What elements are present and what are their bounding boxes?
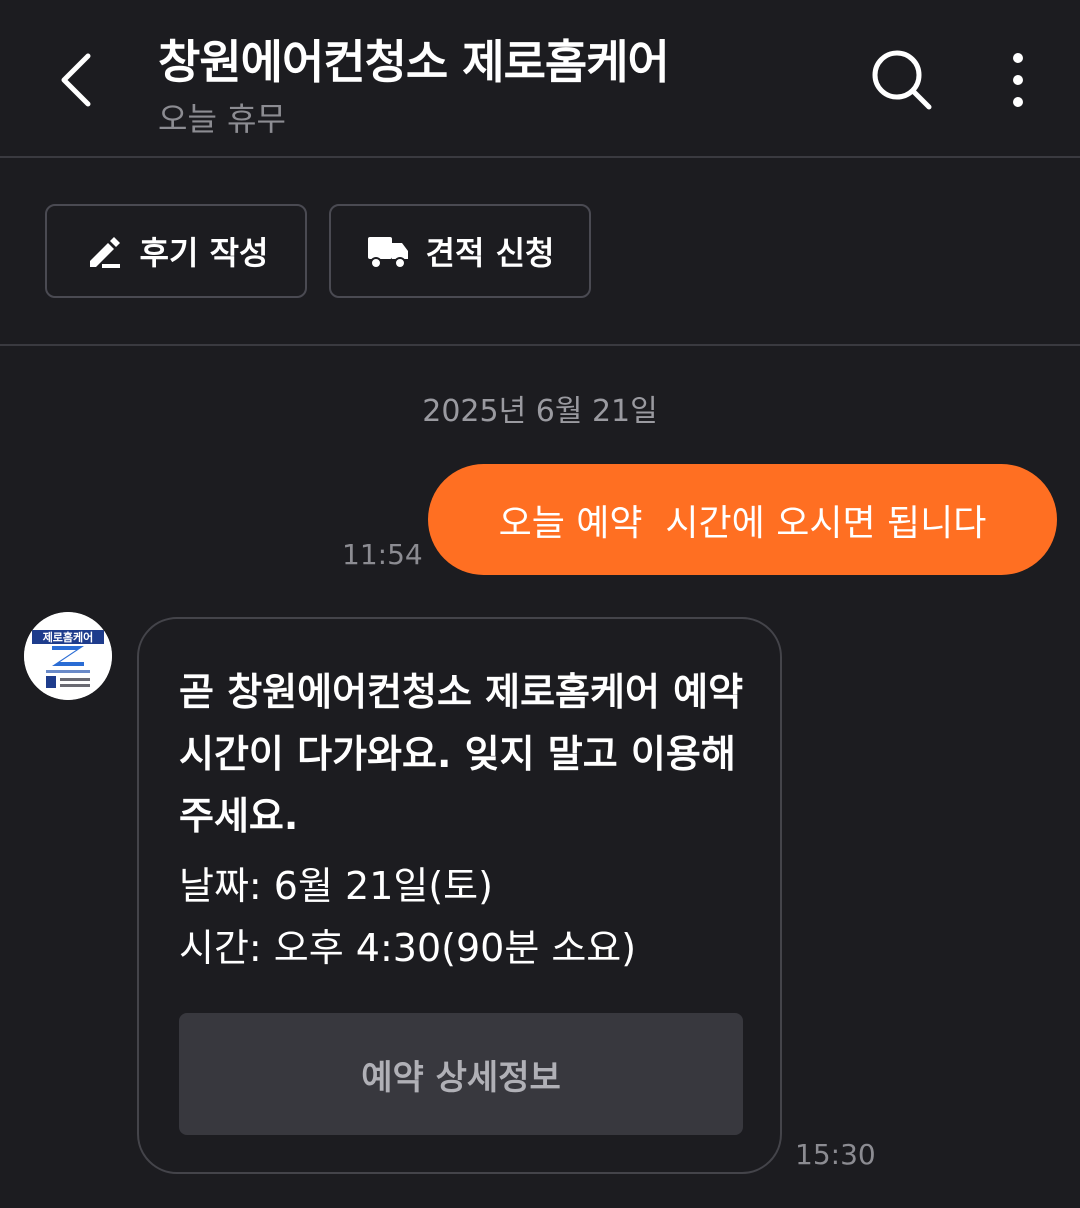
reminder-headline: 곧 창원에어컨청소 제로홈케어 예약 시간이 다가와요. 잊지 말고 이용해주세… (179, 670, 744, 838)
action-bar: 후기 작성 견적 신청 (0, 160, 1080, 346)
more-options-button[interactable] (988, 40, 1048, 120)
date-separator: 2025년 6월 21일 (422, 394, 658, 429)
reservation-reminder-card: 곧 창원에어컨청소 제로홈케어 예약 시간이 다가와요. 잊지 말고 이용해주세… (137, 617, 782, 1174)
back-button[interactable] (44, 40, 108, 120)
chevron-left-icon (61, 53, 91, 107)
chat-status: 오늘 휴무 (158, 100, 286, 138)
outgoing-message-bubble[interactable]: 오늘 예약 시간에 오시면 됩니다 (428, 464, 1057, 575)
write-review-label: 후기 작성 (139, 234, 269, 272)
more-vertical-icon (1013, 53, 1023, 107)
company-logo: 제로홈케어 (24, 612, 112, 700)
reservation-detail-button[interactable]: 예약 상세정보 (179, 1013, 743, 1135)
outgoing-message-time: 11:54 (342, 538, 423, 571)
request-quote-button[interactable]: 견적 신청 (329, 204, 591, 298)
truck-icon (367, 237, 408, 269)
write-review-button[interactable]: 후기 작성 (45, 204, 307, 298)
chat-title: 창원에어컨청소 제로홈케어 (158, 35, 670, 89)
search-icon (872, 50, 932, 110)
reservation-time: 시간: 오후 4:30(90분 소요) (179, 926, 637, 970)
chat-header: 창원에어컨청소 제로홈케어 오늘 휴무 (0, 0, 1080, 158)
avatar-logo-text: 제로홈케어 (43, 630, 94, 644)
request-quote-label: 견적 신청 (425, 234, 555, 272)
search-button[interactable] (862, 40, 942, 120)
sender-avatar[interactable]: 제로홈케어 (24, 612, 112, 700)
pencil-icon (89, 237, 120, 268)
reservation-date: 날짜: 6월 21일(토) (179, 864, 493, 908)
incoming-message-time: 15:30 (795, 1138, 876, 1171)
